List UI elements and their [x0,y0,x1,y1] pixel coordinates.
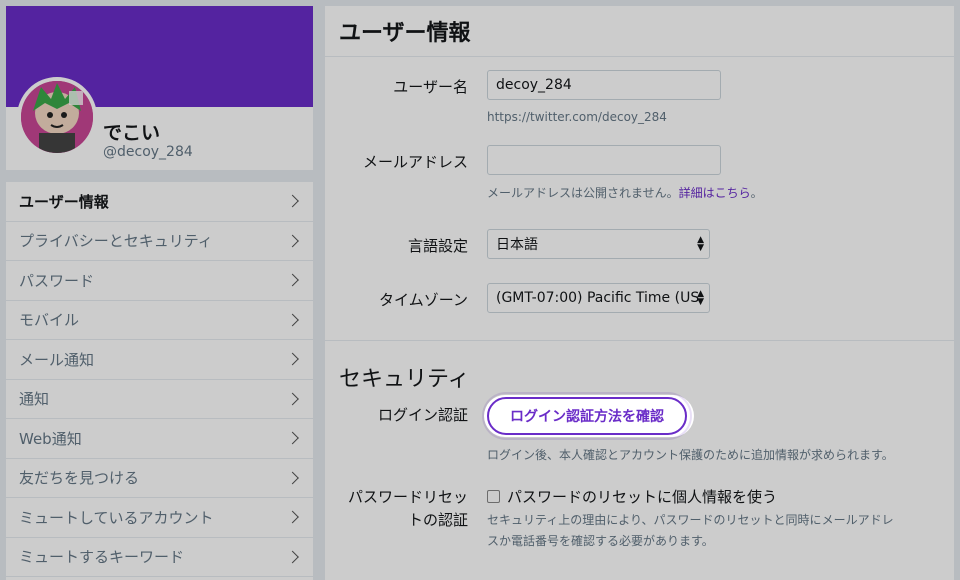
nav-item-user-info[interactable]: ユーザー情報 [6,182,313,222]
select-arrows-icon: ▲ ▼ [697,289,704,307]
profile-card: でこい @decoy_284 [6,6,313,170]
password-reset-label-line1: パスワードリセッ [347,488,468,506]
avatar-image [21,81,93,153]
nav-item-label: 通知 [19,390,50,409]
password-reset-label-line2: トの認証 [407,511,468,529]
nav-item-mobile[interactable]: モバイル [6,301,313,340]
nav-item-find-friends[interactable]: 友だちを見つける [6,459,313,498]
chevron-right-icon [286,352,299,366]
page-title: ユーザー情報 [325,6,954,57]
nav-item-notifications[interactable]: 通知 [6,380,313,419]
timezone-label: タイムゾーン [379,291,468,309]
nav-item-label: ユーザー情報 [19,192,109,211]
password-reset-checkbox-label[interactable]: パスワードのリセットに個人情報を使う [507,486,777,507]
password-reset-label: パスワードリセッ トの認証 [348,486,468,532]
language-select-value: 日本語 [496,237,538,253]
nav-item-label: ミュートするキーワード [19,548,185,567]
settings-main-panel: ユーザー情報 ユーザー名 https://twitter.com/decoy_2… [325,6,954,580]
nav-item-label: パスワード [19,271,95,290]
settings-nav: ユーザー情報 プライバシーとセキュリティ パスワード モバイル メール通知 通知… [6,182,313,580]
profile-url: https://twitter.com/decoy_284 [487,110,667,124]
email-field[interactable] [487,145,721,175]
user-handle[interactable]: @decoy_284 [103,144,193,160]
language-label: 言語設定 [407,237,468,255]
nav-item-label: 友だちを見つける [19,469,140,488]
chevron-right-icon [286,273,299,287]
email-hint-text: メールアドレスは公開されません。 [487,186,679,200]
password-reset-checkbox[interactable] [487,490,500,503]
nav-item-label: ミュートしているアカウント [19,508,214,527]
nav-item-label: モバイル [19,311,80,330]
settings-page: でこい @decoy_284 ユーザー情報 プライバシーとセキュリティ パスワー… [0,0,960,580]
password-reset-desc-line1: セキュリティ上の理由により、パスワードのリセットと同時にメールアドレ [487,513,894,527]
login-verification-hint: ログイン後、本人確認とアカウント保護のために追加情報が求められます。 [487,448,894,462]
nav-item-label: Web通知 [19,429,82,448]
password-reset-desc-line2: スか電話番号を確認する必要があります。 [487,534,714,548]
chevron-right-icon [286,194,299,208]
chevron-right-icon [286,392,299,406]
nav-item-label: メール通知 [19,350,95,369]
email-hint-end: 。 [750,186,763,200]
select-arrows-icon: ▲ ▼ [697,235,704,253]
review-login-verification-button[interactable]: ログイン認証方法を確認 [487,397,687,435]
password-reset-description: セキュリティ上の理由により、パスワードのリセットと同時にメールアドレ スか電話番… [487,510,927,552]
timezone-select-value: (GMT-07:00) Pacific Time (US [496,290,700,306]
email-hint: メールアドレスは公開されません。詳細はこちら。 [487,184,763,201]
timezone-select[interactable]: (GMT-07:00) Pacific Time (US ▲ ▼ [487,283,710,313]
chevron-right-icon [286,510,299,524]
email-label: メールアドレス [362,153,468,171]
nav-item-password[interactable]: パスワード [6,261,313,301]
nav-item-web-notifications[interactable]: Web通知 [6,419,313,459]
chevron-right-icon [286,431,299,445]
nav-item-privacy[interactable]: プライバシーとセキュリティ [6,222,313,261]
nav-item-muted-accounts[interactable]: ミュートしているアカウント [6,498,313,538]
avatar[interactable] [17,77,97,157]
password-reset-checkbox-row[interactable]: パスワードのリセットに個人情報を使う [487,486,777,507]
section-divider [325,340,954,341]
learn-more-link[interactable]: 詳細はこちら [679,186,751,200]
nav-item-label: プライバシーとセキュリティ [19,232,213,251]
nav-item-email-notifications[interactable]: メール通知 [6,340,313,380]
username-label: ユーザー名 [393,78,468,96]
nav-item-muted-words[interactable]: ミュートするキーワード [6,538,313,577]
chevron-right-icon [286,471,299,485]
chevron-right-icon [286,550,299,564]
chevron-right-icon [286,234,299,248]
security-section-title: セキュリティ [339,367,470,392]
display-name[interactable]: でこい [103,118,160,145]
chevron-right-icon [286,313,299,327]
username-field[interactable] [487,70,721,100]
language-select[interactable]: 日本語 ▲ ▼ [487,229,710,259]
login-verification-label: ログイン認証 [377,406,468,424]
